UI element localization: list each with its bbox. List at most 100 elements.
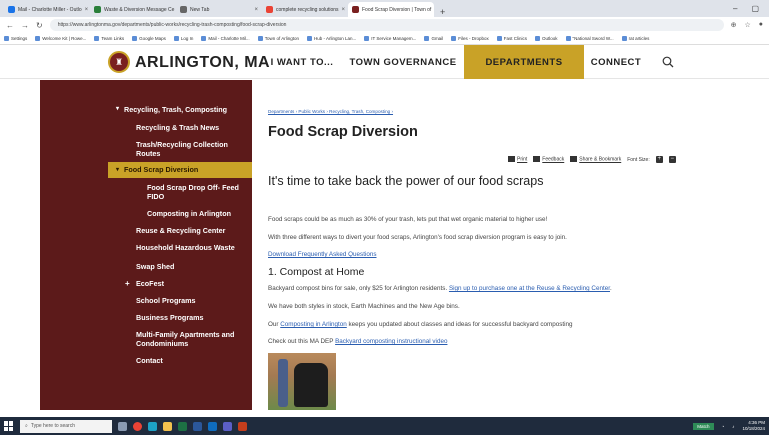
print-link[interactable]: Print xyxy=(508,156,527,163)
section-heading: 1. Compost at Home xyxy=(268,266,365,278)
url-input[interactable]: https://www.arlingtonma.gov/departments/… xyxy=(49,19,724,31)
word-icon[interactable] xyxy=(193,421,202,431)
sidebar-item-swap-shed[interactable]: Swap Shed xyxy=(40,262,252,274)
taskbar-search-input[interactable]: ⌕ Type here to search xyxy=(20,419,112,433)
bookmark-item[interactable]: Mail - Charlotte Mil... xyxy=(201,36,250,41)
site-icon xyxy=(352,6,359,13)
font-decrease-button[interactable]: − xyxy=(668,156,676,163)
windows-taskbar: ⌕ Type here to search Match ◔ ♪ 4:36 PM … xyxy=(0,417,769,435)
excel-icon[interactable] xyxy=(178,421,187,431)
expand-plus-icon[interactable]: + xyxy=(125,279,130,288)
clock[interactable]: 4:36 PM 10/18/2024 xyxy=(742,420,765,432)
bookmarks-bar: Settings Welcome Kit | Rowe... Team Link… xyxy=(0,33,769,45)
close-icon[interactable]: × xyxy=(254,7,258,13)
share-link[interactable]: Share & Bookmark xyxy=(570,156,621,163)
browser-tab[interactable]: Waste & Diversion Message Ce× xyxy=(90,2,176,17)
nav-connect[interactable]: CONNECT xyxy=(584,45,648,79)
purchase-bin-link[interactable]: Sign up to purchase one at the Reuse & R… xyxy=(449,285,610,292)
comment-icon xyxy=(533,156,541,163)
minimize-icon[interactable]: – xyxy=(733,4,737,13)
teams-icon[interactable] xyxy=(223,421,232,431)
font-increase-button[interactable]: + xyxy=(655,156,663,163)
volume-icon[interactable]: ♪ xyxy=(732,424,734,429)
faq-download-link[interactable]: Download Frequently Asked Questions xyxy=(268,251,377,258)
paragraph: We have both styles in stock, Earth Mach… xyxy=(268,303,460,310)
browser-tab-active[interactable]: Food Scrap Diversion | Town of× xyxy=(348,2,434,17)
bookmark-item[interactable]: Town of Arlington xyxy=(257,36,299,41)
folder-icon xyxy=(94,36,100,41)
content-headline: It's time to take back the power of our … xyxy=(268,174,544,188)
bookmark-item[interactable]: Log In xyxy=(173,36,193,41)
bookmark-item[interactable]: IT Service Managem... xyxy=(364,36,416,41)
sidebar-item-fido[interactable]: Food Scrap Drop Off- Feed FIDO xyxy=(40,183,252,203)
sidebar-item-composting[interactable]: Composting in Arlington xyxy=(40,209,252,221)
sidebar-item-routes[interactable]: Trash/Recycling Collection Routes xyxy=(40,140,252,160)
maximize-icon[interactable]: ▢ xyxy=(751,4,759,13)
new-tab-button[interactable]: + xyxy=(434,7,451,17)
chrome-icon[interactable] xyxy=(133,421,142,431)
browser-tab[interactable]: complete recycling solutions × xyxy=(262,2,348,17)
bookmark-item[interactable]: Hub - Arlington Lan... xyxy=(306,36,356,41)
browser-tab-bar: Mail - Charlotte Miller - Outlo × Waste &… xyxy=(0,0,769,17)
close-icon[interactable]: × xyxy=(85,7,89,13)
search-icon[interactable] xyxy=(662,56,674,68)
task-view-icon[interactable] xyxy=(118,421,127,431)
google-icon xyxy=(565,36,571,41)
compost-bin-photo xyxy=(268,353,336,410)
browser-tab[interactable]: New Tab × xyxy=(176,2,262,17)
sidebar-nav: ▾ Recycling, Trash, Composting Recycling… xyxy=(40,80,252,410)
powerpoint-icon[interactable] xyxy=(238,421,247,431)
bookmark-item[interactable]: Settings xyxy=(4,36,27,41)
feedback-link[interactable]: Feedback xyxy=(533,156,564,163)
video-link[interactable]: Backyard composting instructional video xyxy=(335,338,447,345)
bookmark-item[interactable]: Team Links xyxy=(94,36,124,41)
windows-start-icon[interactable] xyxy=(4,421,14,431)
map-icon xyxy=(132,36,138,41)
system-tray: Match ◔ ♪ 4:36 PM 10/18/2024 xyxy=(693,420,765,432)
star-icon[interactable]: ☆ xyxy=(744,21,750,29)
profile-icon[interactable]: ● xyxy=(759,21,763,29)
outlook-icon[interactable] xyxy=(208,421,217,431)
bookmark-item[interactable]: rat articles xyxy=(621,36,649,41)
nav-i-want-to[interactable]: I WANT TO... xyxy=(262,45,342,79)
bookmark-item[interactable]: Google Maps xyxy=(132,36,166,41)
site-name[interactable]: ARLINGTON, MA xyxy=(135,54,270,72)
zoom-icon[interactable]: ⊕ xyxy=(731,21,737,29)
bookmark-item[interactable]: Gmail xyxy=(424,36,443,41)
close-icon[interactable]: × xyxy=(342,7,346,13)
reload-icon[interactable]: ↻ xyxy=(36,21,43,30)
file-explorer-icon[interactable] xyxy=(163,421,172,431)
breadcrumb[interactable]: Departments › Public Works › Recycling, … xyxy=(268,109,393,114)
town-seal-icon[interactable]: ♜ xyxy=(108,51,130,73)
sidebar-item-recycling[interactable]: ▾ Recycling, Trash, Composting xyxy=(40,105,252,117)
nav-town-governance[interactable]: TOWN GOVERNANCE xyxy=(342,45,464,79)
sidebar-item-food-scrap[interactable]: ▾ Food Scrap Diversion xyxy=(108,162,252,178)
bookmark-item[interactable]: Files - Dropbox xyxy=(451,36,489,41)
sidebar-item-reuse-center[interactable]: Reuse & Recycling Center xyxy=(40,226,252,238)
sidebar-item-ecofest[interactable]: + EcoFest xyxy=(40,279,252,291)
folder-icon xyxy=(621,36,627,41)
sidebar-item-business[interactable]: Business Programs xyxy=(40,313,252,325)
bookmark-item[interactable]: Fast Clinics xyxy=(496,36,527,41)
bookmark-icon xyxy=(364,36,370,41)
sidebar-item-contact[interactable]: Contact xyxy=(40,356,252,368)
back-icon[interactable]: ← xyxy=(6,21,14,30)
bookmark-item[interactable]: Welcome Kit | Rowe... xyxy=(35,36,86,41)
sidebar-item-hazardous[interactable]: Household Hazardous Waste xyxy=(40,243,252,255)
sidebar-item-school[interactable]: School Programs xyxy=(40,296,252,308)
chevron-down-icon: ▾ xyxy=(116,167,120,173)
sidebar-item-multifamily[interactable]: Multi-Family Apartments and Condominiums xyxy=(40,330,252,350)
nav-departments[interactable]: DEPARTMENTS xyxy=(464,45,584,79)
edge-icon[interactable] xyxy=(148,421,157,431)
paragraph: With three different ways to divert your… xyxy=(268,234,567,241)
weather-widget[interactable]: Match xyxy=(693,422,714,430)
composting-link[interactable]: Composting in Arlington xyxy=(280,321,347,328)
site-icon xyxy=(94,6,101,13)
paragraph: Food scraps could be as much as 30% of y… xyxy=(268,216,548,223)
sidebar-item-news[interactable]: Recycling & Trash News xyxy=(40,123,252,135)
bookmark-item[interactable]: "National Sword W... xyxy=(565,36,614,41)
browser-tab[interactable]: Mail - Charlotte Miller - Outlo × xyxy=(4,2,90,17)
forward-icon[interactable]: → xyxy=(21,21,29,30)
bookmark-item[interactable]: Outlook xyxy=(534,36,558,41)
wifi-icon[interactable]: ◔ xyxy=(722,424,725,429)
